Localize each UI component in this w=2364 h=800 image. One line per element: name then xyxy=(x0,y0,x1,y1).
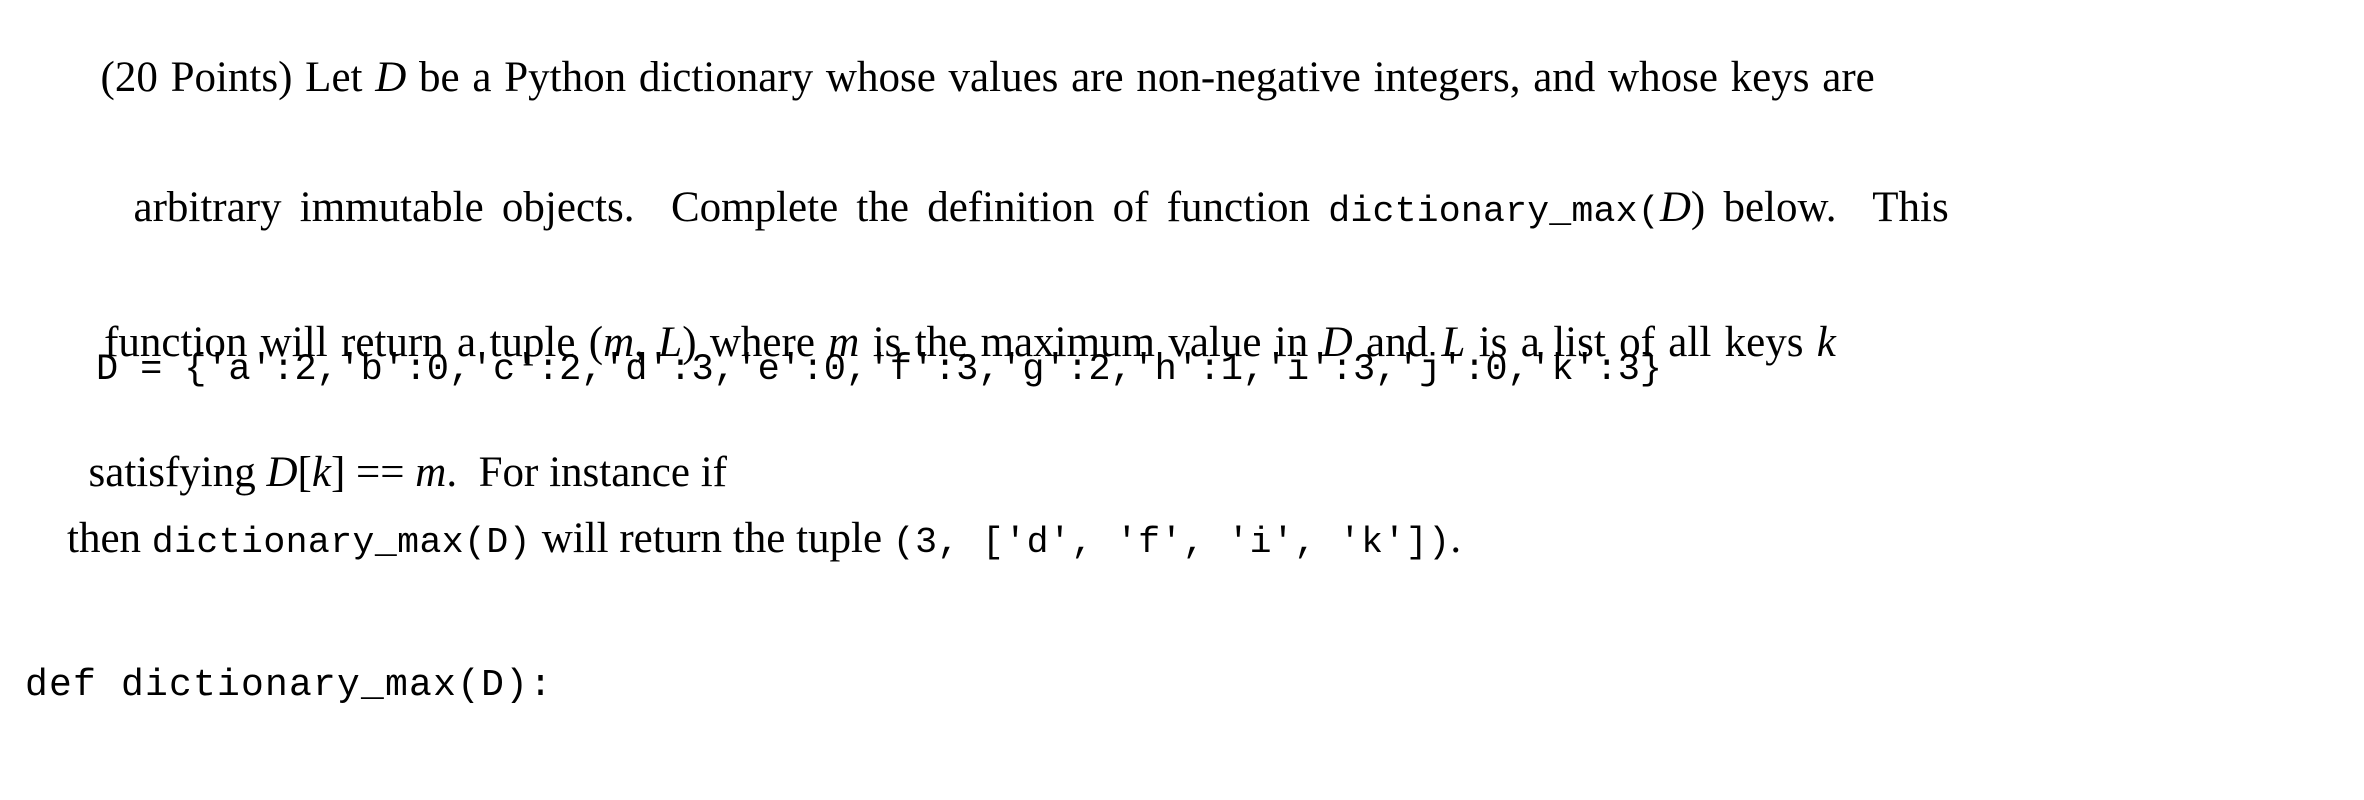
dictionary-example-code: D = {'a':2,'b':0,'c':2,'d':3,'e':0,'f':3… xyxy=(96,349,1662,391)
result-tuple-value: (3, ['d', 'f', 'i', 'k']) xyxy=(892,522,1451,563)
problem-statement-paragraph: (20 Points) Let D be a Python dictionary… xyxy=(24,12,2344,538)
function-definition-stub: def dictionary_max(D): xyxy=(25,664,554,707)
line2-part-a: arbitrary immutable objects. Complete th… xyxy=(133,184,1329,231)
line2-part-b: ) below. This xyxy=(1690,184,1949,231)
problem-page: (20 Points) Let D be a Python dictionary… xyxy=(0,0,2364,800)
result-trailing-period: . xyxy=(1450,515,1462,562)
result-function-call: dictionary_max(D) xyxy=(151,522,531,563)
result-sentence: then dictionary_max(D) will return the t… xyxy=(24,473,1461,609)
line3-italic-k: k xyxy=(1816,318,1836,366)
result-middle-text: will return the tuple xyxy=(530,515,893,562)
paragraph-line-1: (20 Points) Let D be a Python dictionary… xyxy=(24,12,2344,143)
line2-function-name: dictionary_max( xyxy=(1328,191,1660,232)
paragraph-line-2: arbitrary immutable objects. Complete th… xyxy=(24,143,2344,278)
line1-italic-D: D xyxy=(375,53,407,101)
line2-italic-D: D xyxy=(1659,184,1691,231)
result-lead-word: then xyxy=(67,515,142,562)
line1-part-a: (20 Points) Let xyxy=(100,53,376,101)
line1-part-b: be a Python dictionary whose values are … xyxy=(406,53,1875,101)
